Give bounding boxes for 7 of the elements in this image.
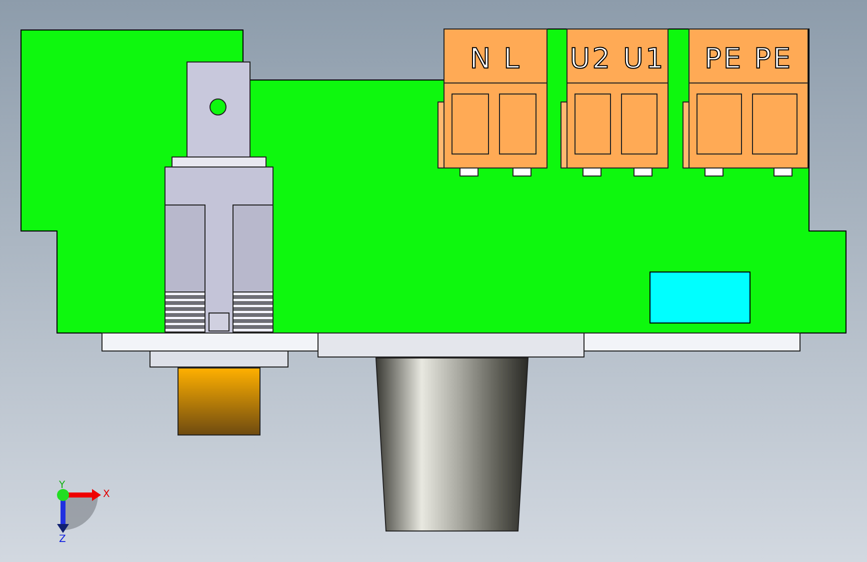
- terminal-label: PE PE: [704, 42, 793, 75]
- terminal-label: N L: [470, 42, 522, 75]
- axis-triad-drawing: [57, 489, 101, 533]
- z-axis-label: Z: [59, 534, 66, 545]
- terminal-label: U2 U1: [570, 42, 666, 75]
- x-axis-label: X: [103, 489, 110, 500]
- y-axis-label: Y: [59, 480, 66, 491]
